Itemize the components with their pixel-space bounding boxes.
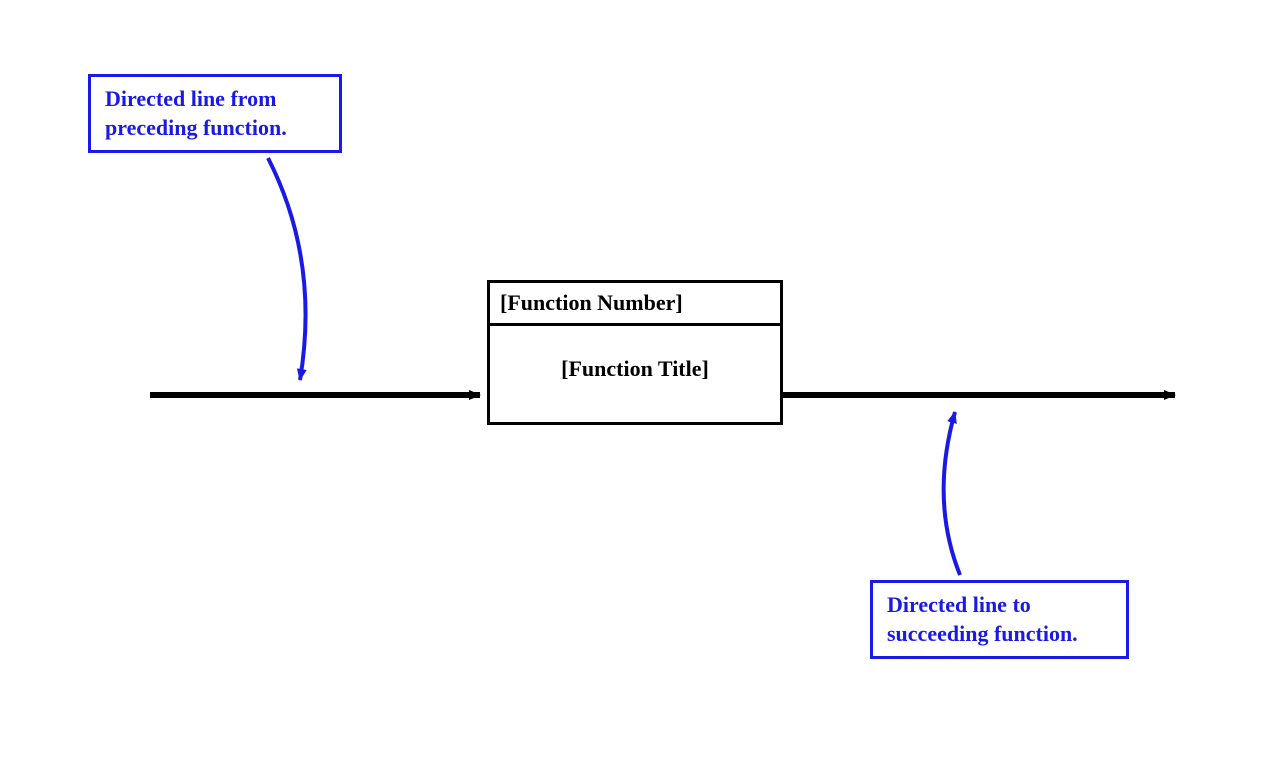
function-title-label: [Function Title]: [490, 326, 780, 422]
callout-preceding: Directed line from preceding function.: [88, 74, 342, 153]
callout-preceding-pointer: [268, 158, 306, 380]
function-box: [Function Number] [Function Title]: [487, 280, 783, 425]
callout-succeeding-pointer: [944, 412, 960, 575]
callout-succeeding-line2: succeeding function.: [887, 620, 1112, 649]
callout-preceding-line1: Directed line from: [105, 85, 325, 114]
callout-preceding-line2: preceding function.: [105, 114, 325, 143]
diagram-canvas: Directed line from preceding function. […: [0, 0, 1280, 784]
callout-succeeding: Directed line to succeeding function.: [870, 580, 1129, 659]
callout-succeeding-line1: Directed line to: [887, 591, 1112, 620]
function-number-label: [Function Number]: [490, 283, 780, 326]
